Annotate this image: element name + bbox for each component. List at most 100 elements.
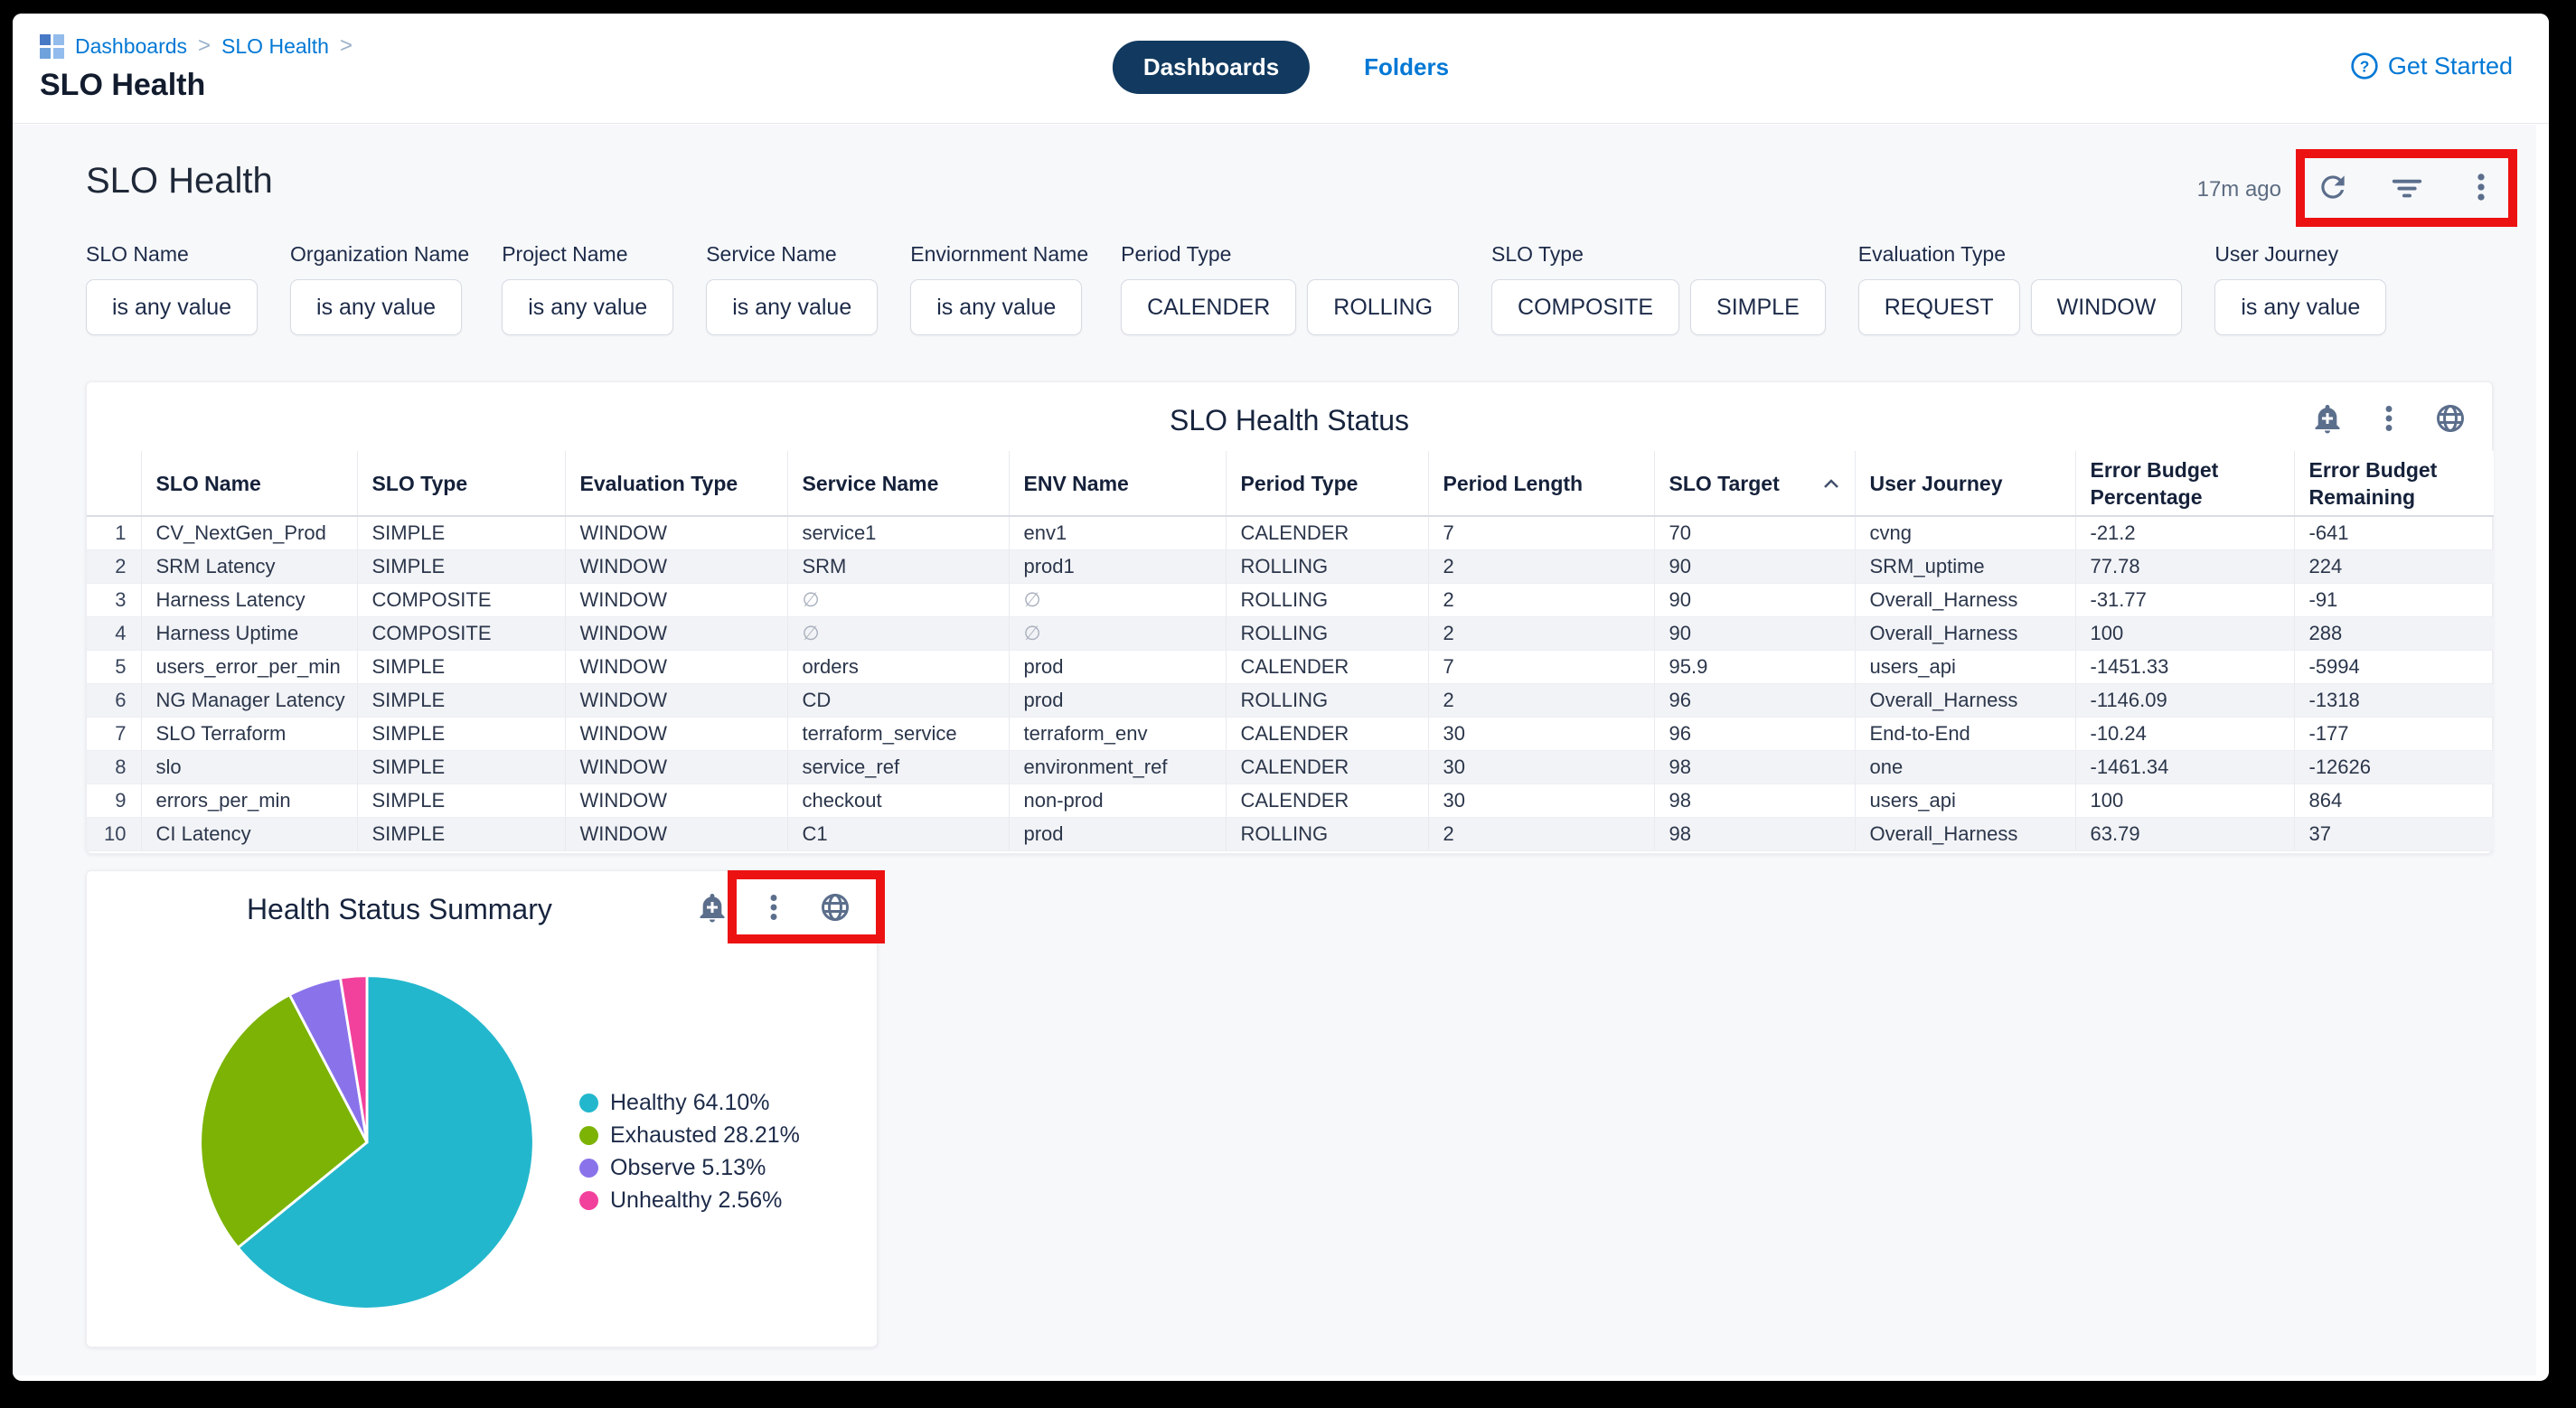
filter-value-button[interactable]: is any value <box>86 279 258 335</box>
row-number-cell: 2 <box>87 549 141 583</box>
tab-folders[interactable]: Folders <box>1364 53 1449 81</box>
dashboards-grid-icon <box>40 34 64 59</box>
table-cell: 96 <box>1654 717 1855 750</box>
column-header[interactable]: Evaluation Type <box>565 451 787 516</box>
filter-value-button[interactable]: ROLLING <box>1307 279 1459 335</box>
table-cell: COMPOSITE <box>357 616 565 650</box>
filter-value-button[interactable]: is any value <box>706 279 878 335</box>
table-cell: 2 <box>1428 549 1654 583</box>
table-cell: CALENDER <box>1226 750 1428 784</box>
table-row: 7SLO TerraformSIMPLEWINDOWterraform_serv… <box>87 717 2494 750</box>
table-cell: prod <box>1009 683 1226 717</box>
table-cell: 98 <box>1654 784 1855 817</box>
table-row: 2SRM LatencySIMPLEWINDOWSRMprod1ROLLING2… <box>87 549 2494 583</box>
table-body: 1CV_NextGen_ProdSIMPLEWINDOWservice1env1… <box>87 516 2494 850</box>
filter-group: Enviornment Nameis any value <box>910 242 1088 335</box>
column-header[interactable]: Error Budget Percentage <box>2075 451 2294 516</box>
column-header[interactable]: ENV Name <box>1009 451 1226 516</box>
legend-item[interactable]: Unhealthy 2.56% <box>579 1187 800 1214</box>
filter-group: Service Nameis any value <box>706 242 878 335</box>
alert-bell-plus-button[interactable] <box>2311 402 2344 435</box>
table-cell: -1461.34 <box>2075 750 2294 784</box>
filter-value-button[interactable]: CALENDER <box>1121 279 1296 335</box>
column-header[interactable]: User Journey <box>1855 451 2075 516</box>
filter-value-button[interactable]: is any value <box>502 279 673 335</box>
column-header[interactable]: Period Type <box>1226 451 1428 516</box>
table-cell: WINDOW <box>565 817 787 850</box>
table-cell: ∅ <box>787 583 1009 616</box>
filter-value-button[interactable]: is any value <box>910 279 1082 335</box>
tile-more-options-button[interactable] <box>2373 402 2405 435</box>
column-header[interactable]: SLO Type <box>357 451 565 516</box>
table-cell: SIMPLE <box>357 717 565 750</box>
legend-dot <box>579 1094 598 1112</box>
legend-dot <box>579 1191 598 1210</box>
legend-item[interactable]: Exhausted 28.21% <box>579 1122 800 1149</box>
chevron-right-icon: > <box>340 33 353 59</box>
filter-label: Period Type <box>1121 242 1459 267</box>
filter-value-button[interactable]: is any value <box>290 279 462 335</box>
tile-title: SLO Health Status <box>87 404 2492 437</box>
legend-item[interactable]: Healthy 64.10% <box>579 1090 800 1116</box>
get-started-link[interactable]: ? Get Started <box>2350 52 2513 80</box>
alert-bell-plus-icon <box>2311 402 2344 435</box>
filter-value-button[interactable]: SIMPLE <box>1690 279 1826 335</box>
last-refresh-timestamp: 17m ago <box>2197 177 2281 202</box>
table-cell: terraform_env <box>1009 717 1226 750</box>
table-cell: SRM <box>787 549 1009 583</box>
table-cell: WINDOW <box>565 750 787 784</box>
dashboard-content: SLO Health 17m ago <box>13 125 2536 1375</box>
alert-bell-plus-button[interactable] <box>696 891 729 924</box>
filter-value-button[interactable]: WINDOW <box>2031 279 2183 335</box>
legend-label: Unhealthy 2.56% <box>610 1187 782 1214</box>
column-header[interactable]: SLO Target <box>1654 451 1855 516</box>
table-cell: environment_ref <box>1009 750 1226 784</box>
filter-value-button[interactable]: is any value <box>2214 279 2386 335</box>
tile-globe-button[interactable] <box>2434 402 2467 435</box>
table-cell: prod1 <box>1009 549 1226 583</box>
row-number-header <box>87 451 141 516</box>
slo-health-status-table: SLO NameSLO TypeEvaluation TypeService N… <box>87 451 2494 851</box>
table-cell: slo <box>141 750 357 784</box>
column-header[interactable]: SLO Name <box>141 451 357 516</box>
breadcrumb-link-dashboards[interactable]: Dashboards <box>75 34 187 59</box>
column-header[interactable]: Period Length <box>1428 451 1654 516</box>
pie-legend: Healthy 64.10% Exhausted 28.21% Observe 5.… <box>579 1090 800 1214</box>
svg-text:?: ? <box>2360 58 2370 76</box>
table-cell: WINDOW <box>565 549 787 583</box>
table-cell: 864 <box>2294 784 2494 817</box>
row-number-cell: 6 <box>87 683 141 717</box>
table-cell: 63.79 <box>2075 817 2294 850</box>
header-tabs: Dashboards Folders <box>1113 41 1449 94</box>
page-title: SLO Health <box>40 68 205 103</box>
table-cell: SIMPLE <box>357 650 565 683</box>
column-header[interactable]: Error Budget Remaining <box>2294 451 2494 516</box>
alert-bell-plus-icon <box>696 891 729 924</box>
table-cell: SRM Latency <box>141 549 357 583</box>
column-header[interactable]: Service Name <box>787 451 1009 516</box>
table-cell: -91 <box>2294 583 2494 616</box>
filter-label: Organization Name <box>290 242 469 267</box>
table-cell: -1318 <box>2294 683 2494 717</box>
filter-label: Evaluation Type <box>1858 242 2183 267</box>
get-started-label: Get Started <box>2388 52 2513 80</box>
row-number-cell: 10 <box>87 817 141 850</box>
table-cell: SIMPLE <box>357 549 565 583</box>
row-number-cell: 8 <box>87 750 141 784</box>
table-cell: ROLLING <box>1226 817 1428 850</box>
filter-value-button[interactable]: COMPOSITE <box>1491 279 1679 335</box>
legend-label: Exhausted 28.21% <box>610 1122 800 1149</box>
table-cell: SIMPLE <box>357 817 565 850</box>
table-cell: -177 <box>2294 717 2494 750</box>
table-row: 4Harness UptimeCOMPOSITEWINDOW∅∅ROLLING2… <box>87 616 2494 650</box>
legend-item[interactable]: Observe 5.13% <box>579 1155 800 1181</box>
tab-dashboards[interactable]: Dashboards <box>1113 41 1310 94</box>
table-cell: 70 <box>1654 516 1855 549</box>
caret-up-icon <box>1822 477 1840 490</box>
table-cell: WINDOW <box>565 784 787 817</box>
breadcrumb-link-slo-health[interactable]: SLO Health <box>221 34 329 59</box>
table-cell: -1146.09 <box>2075 683 2294 717</box>
filter-value-button[interactable]: REQUEST <box>1858 279 2020 335</box>
table-cell: errors_per_min <box>141 784 357 817</box>
row-number-cell: 1 <box>87 516 141 549</box>
